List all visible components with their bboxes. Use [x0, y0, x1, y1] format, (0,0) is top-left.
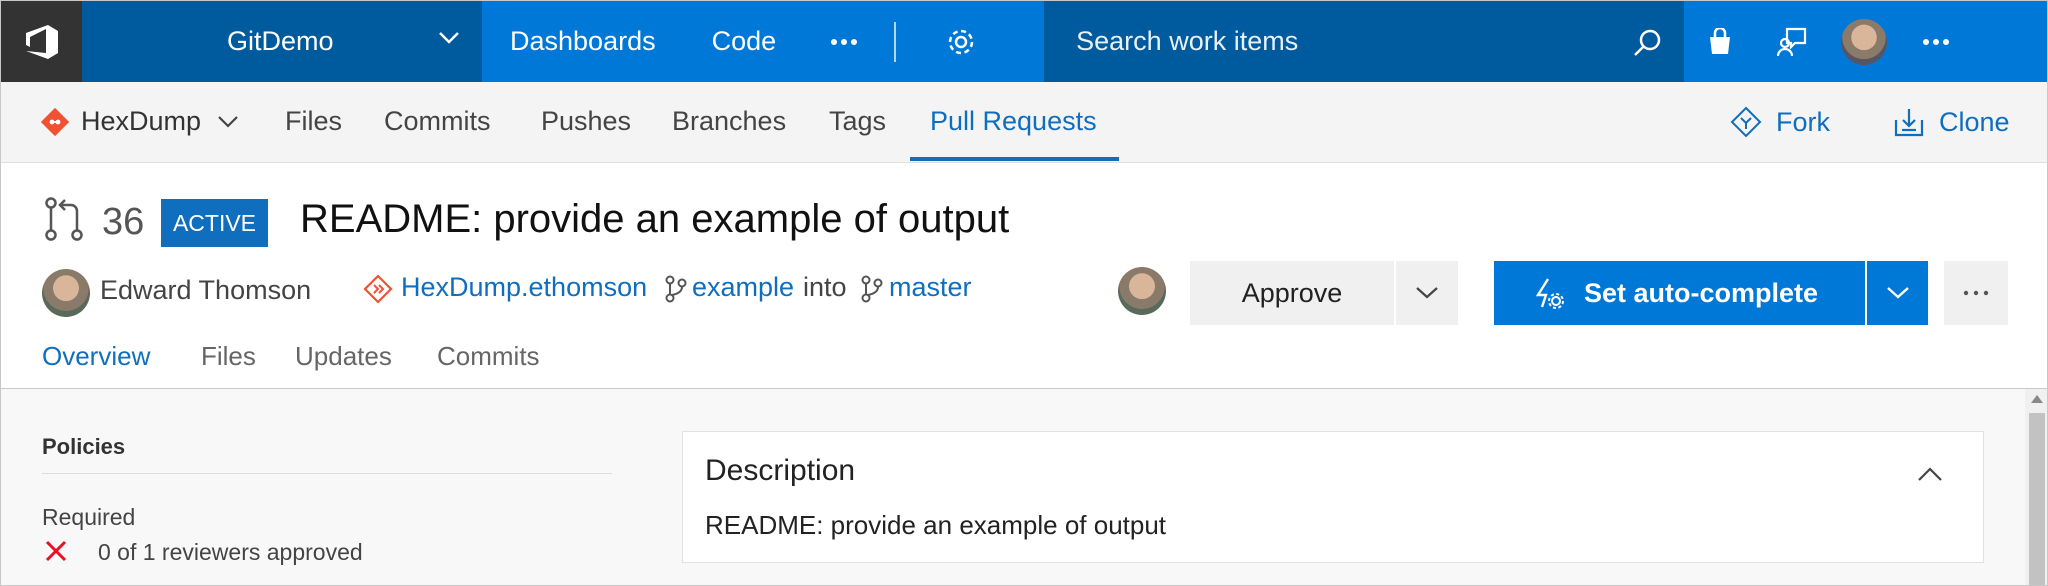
approve-button[interactable]: Approve	[1190, 261, 1394, 325]
divider	[42, 473, 612, 474]
policies-heading: Policies	[42, 434, 126, 459]
more-hubs-icon[interactable]	[804, 1, 884, 82]
main-content: Policies Required 0 of 1 reviewers appro…	[1, 389, 2047, 585]
chevron-down-icon	[438, 31, 460, 50]
hub-dashboards[interactable]: Dashboards	[482, 1, 684, 82]
pull-request-icon	[45, 197, 83, 241]
scrollbar-thumb[interactable]	[2029, 413, 2045, 585]
user-avatar[interactable]	[1828, 1, 1900, 82]
more-options-icon[interactable]	[1900, 1, 1972, 82]
more-actions-button[interactable]	[1944, 261, 2008, 325]
hub-code[interactable]: Code	[683, 1, 805, 82]
fork-button[interactable]: Fork	[1730, 106, 1830, 138]
clone-label: Clone	[1939, 106, 2010, 137]
tab-commits[interactable]: Commits	[437, 341, 540, 372]
branch-icon	[861, 275, 883, 303]
description-text: README: provide an example of output	[705, 510, 1167, 540]
auto-complete-icon	[1535, 278, 1564, 309]
description-heading: Description	[705, 454, 856, 487]
chevron-up-icon[interactable]	[1917, 466, 1943, 482]
close-x-icon	[45, 540, 67, 562]
more-options-icon	[1963, 290, 1989, 296]
tab-tags[interactable]: Tags	[829, 106, 886, 137]
tab-pushes[interactable]: Pushes	[541, 106, 631, 137]
pull-request-number: 36	[102, 201, 145, 243]
tab-updates[interactable]: Updates	[295, 341, 392, 372]
source-repo-link[interactable]: HexDump.ethomson	[401, 272, 647, 303]
git-repo-icon	[41, 107, 69, 136]
tab-branches[interactable]: Branches	[672, 106, 786, 137]
branch-icon	[665, 275, 687, 303]
app-window: GitDemo Dashboards Code Search work item…	[0, 0, 2048, 586]
tab-pull-requests[interactable]: Pull Requests	[930, 106, 1097, 137]
into-label: into	[803, 272, 847, 302]
scroll-up-arrow-icon[interactable]	[2031, 395, 2043, 403]
project-selector[interactable]: GitDemo	[82, 1, 482, 82]
tab-files[interactable]: Files	[201, 341, 256, 372]
clone-download-icon	[1894, 109, 1924, 137]
approve-dropdown-button[interactable]	[1396, 261, 1458, 325]
status-badge: ACTIVE	[161, 199, 268, 247]
repo-fork-icon	[363, 274, 393, 304]
active-tab-indicator	[910, 157, 1119, 161]
tab-files[interactable]: Files	[285, 106, 342, 137]
nav-divider	[894, 21, 897, 62]
reviewer-policy-status[interactable]: 0 of 1 reviewers approved	[98, 539, 363, 566]
reviewer-avatar[interactable]	[1118, 267, 1166, 315]
author-name[interactable]: Edward Thomson	[100, 275, 311, 306]
shopping-bag-icon[interactable]	[1684, 1, 1756, 82]
auto-complete-dropdown-button[interactable]	[1867, 261, 1928, 325]
fork-label: Fork	[1776, 106, 1830, 137]
required-label: Required	[42, 504, 136, 530]
chevron-down-icon	[218, 115, 238, 128]
repo-name: HexDump	[81, 106, 202, 136]
repo-selector[interactable]: HexDump	[41, 106, 239, 137]
clone-button[interactable]: Clone	[1893, 106, 2010, 138]
tab-overview[interactable]: Overview	[42, 341, 150, 372]
pull-request-header: 36 ACTIVE README: provide an example of …	[1, 163, 2047, 389]
search-box[interactable]	[1044, 1, 1685, 82]
project-name: GitDemo	[227, 26, 334, 56]
chevron-down-icon	[1416, 287, 1438, 299]
source-branch-link[interactable]: example	[692, 272, 794, 303]
top-nav-bar: GitDemo Dashboards Code	[1, 1, 2047, 82]
feedback-icon[interactable]	[1756, 1, 1828, 82]
gear-icon[interactable]	[916, 1, 1006, 82]
search-icon[interactable]	[1632, 28, 1662, 63]
tab-commits[interactable]: Commits	[384, 106, 491, 137]
vertical-scrollbar[interactable]	[2025, 389, 2047, 585]
set-auto-complete-button[interactable]: Set auto-complete	[1494, 261, 1865, 325]
search-input[interactable]	[1044, 26, 1605, 57]
target-branch-link[interactable]: master	[889, 272, 972, 303]
author-avatar[interactable]	[42, 269, 90, 317]
vsts-logo-icon[interactable]	[1, 1, 82, 82]
set-auto-complete-label: Set auto-complete	[1584, 277, 1819, 308]
description-card: Description README: provide an example o…	[682, 431, 1984, 563]
repository-bar: HexDump Files Commits Pushes Branches Ta…	[1, 82, 2047, 163]
fork-icon	[1730, 106, 1762, 138]
chevron-down-icon	[1886, 287, 1909, 299]
pull-request-title: README: provide an example of output	[300, 197, 1010, 241]
